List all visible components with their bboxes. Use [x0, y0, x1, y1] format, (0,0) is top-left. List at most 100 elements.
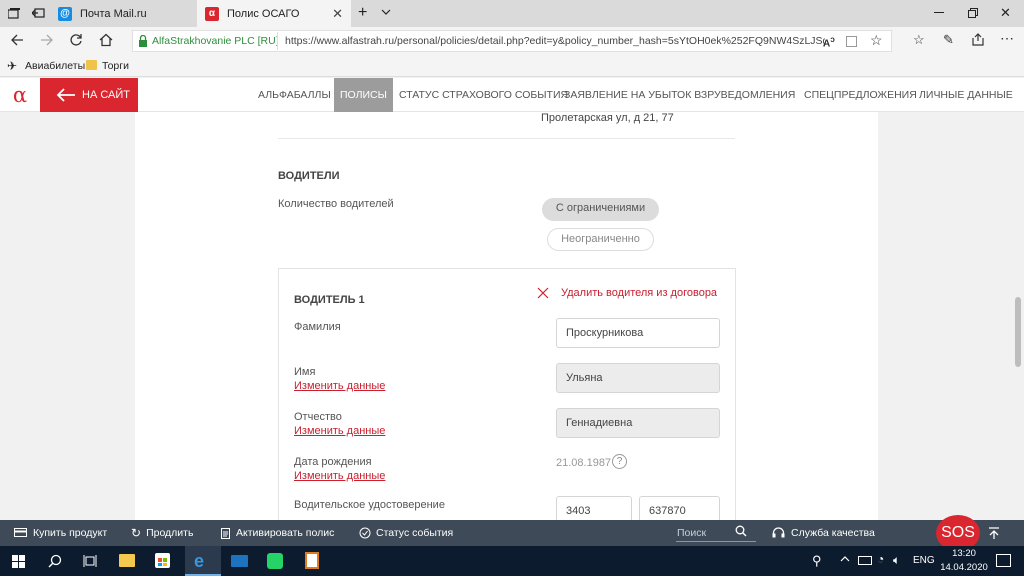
driver-card: ВОДИТЕЛЬ 1 Удалить водителя из договора … — [278, 268, 736, 520]
file-explorer-icon[interactable] — [119, 554, 135, 567]
license-label: Водительское удостоверение — [294, 499, 445, 511]
tab-label: Почта Mail.ru — [80, 7, 147, 20]
edit-birthdate-link[interactable]: Изменить данные — [294, 470, 385, 482]
document-icon — [221, 527, 230, 539]
name-input[interactable]: Ульяна — [556, 363, 720, 393]
nav-alfabally[interactable]: АЛЬФАБАЛЛЫ — [252, 78, 337, 112]
favorite-star-icon[interactable]: ☆ — [870, 32, 883, 49]
folder-icon — [86, 60, 97, 70]
refresh-icon[interactable] — [69, 33, 83, 47]
close-icon — [537, 287, 549, 299]
address-value: Пролетарская ул, д 21, 77 — [541, 112, 674, 124]
back-label: НА САЙТ — [82, 89, 131, 101]
driver-title: ВОДИТЕЛЬ 1 — [294, 294, 365, 306]
search-placeholder: Поиск — [677, 527, 707, 539]
task-view-icon[interactable] — [83, 554, 97, 568]
pen-icon[interactable]: ✎ — [943, 32, 954, 48]
tab-manager-icon[interactable] — [8, 8, 20, 19]
certificate-label: AlfaStrakhovanie PLC [RU] — [152, 35, 279, 47]
nav-policies[interactable]: ПОЛИСЫ — [334, 78, 393, 112]
activate-policy-button[interactable]: Активировать полис — [221, 520, 334, 546]
search-icon[interactable] — [735, 525, 747, 537]
close-tab-icon[interactable]: ✕ — [332, 6, 343, 22]
volume-icon[interactable]: 🔈︎ — [893, 553, 900, 568]
language-indicator[interactable]: ENG — [913, 555, 935, 566]
option-limited[interactable]: С ограничениями — [542, 198, 659, 221]
back-icon[interactable] — [10, 33, 24, 47]
more-icon[interactable]: ⋯ — [1000, 30, 1014, 47]
refresh-icon: ↻ — [131, 526, 142, 540]
license-number-input[interactable]: 637870 — [639, 496, 720, 520]
notifications-icon[interactable] — [996, 554, 1011, 567]
read-aloud-icon[interactable]: Aↄ — [823, 34, 835, 49]
favorite-link-auctions[interactable]: Торги — [102, 60, 129, 72]
people-icon[interactable]: ⚲ — [812, 553, 822, 569]
drivers-count-label: Количество водителей — [278, 198, 394, 210]
edge-icon: e — [194, 551, 205, 571]
edit-name-link[interactable]: Изменить данные — [294, 380, 385, 392]
renew-button[interactable]: ↻ Продлить — [131, 520, 193, 546]
chevron-down-icon[interactable] — [381, 9, 391, 16]
mail-icon[interactable] — [231, 555, 248, 567]
network-icon[interactable]: ◔ — [877, 552, 884, 566]
nav-special-offers[interactable]: СПЕЦПРЕДЛОЖЕНИЯ — [798, 78, 923, 112]
edge-taskbar-button[interactable]: e — [185, 546, 221, 576]
tab-mail[interactable]: @ Почта Mail.ru — [50, 0, 196, 27]
surname-label: Фамилия — [294, 321, 341, 333]
home-icon[interactable] — [99, 33, 113, 47]
forward-icon[interactable] — [40, 33, 54, 47]
surname-input[interactable]: Проскурникова — [556, 318, 720, 348]
nav-notifications[interactable]: УВЕДОМЛЕНИЯ — [708, 78, 801, 112]
renew-label: Продлить — [146, 527, 194, 539]
event-status-label: Статус события — [376, 527, 454, 539]
browser-tab-bar: @ Почта Mail.ru α Полис ОСАГО ✕ + ✕ — [0, 0, 1024, 27]
event-status-button[interactable]: Статус события — [359, 520, 453, 546]
new-tab-icon[interactable]: + — [358, 4, 367, 22]
tab-osago[interactable]: α Полис ОСАГО ✕ — [197, 0, 351, 27]
back-to-site-button[interactable]: НА САЙТ — [40, 78, 138, 112]
search-field[interactable]: Поиск — [676, 524, 756, 542]
check-circle-icon — [359, 527, 371, 539]
battery-icon[interactable] — [858, 556, 872, 565]
search-icon[interactable] — [48, 554, 62, 568]
minimize-icon[interactable] — [934, 12, 944, 13]
cart-icon — [14, 527, 27, 539]
birthdate-label: Дата рождения — [294, 456, 372, 468]
nav-travel-claim[interactable]: ЗАЯВЛЕНИЕ НА УБЫТОК ВЗР — [558, 78, 720, 112]
policy-form: Пролетарская ул, д 21, 77 ВОДИТЕЛИ Колич… — [135, 112, 878, 520]
nav-personal-data[interactable]: ЛИЧНЫЕ ДАННЫЕ — [913, 78, 1019, 112]
buy-product-button[interactable]: Купить продукт — [14, 520, 107, 546]
clock-time[interactable]: 13:20 — [947, 548, 981, 559]
nav-claim-status[interactable]: СТАТУС СТРАХОВОГО СОБЫТИЯ — [393, 78, 574, 112]
favorites-bar: ✈ Авиабилеты Торги — [0, 55, 1024, 77]
quality-service-button[interactable]: Служба качества — [772, 520, 875, 546]
reading-view-icon[interactable] — [846, 36, 857, 47]
alfa-logo[interactable]: α — [0, 78, 40, 112]
edit-patronymic-link[interactable]: Изменить данные — [294, 425, 385, 437]
divider — [277, 32, 278, 50]
whatsapp-icon[interactable] — [267, 553, 283, 569]
mail-favicon: @ — [58, 6, 72, 21]
patronymic-input[interactable]: Геннадиевна — [556, 408, 720, 438]
url-field[interactable]: AlfaStrakhovanie PLC [RU] https://www.al… — [132, 30, 892, 52]
site-header: α НА САЙТ АЛЬФАБАЛЛЫ ПОЛИСЫ СТАТУС СТРАХ… — [0, 78, 1024, 112]
store-icon[interactable] — [155, 553, 170, 568]
favorite-link-flights[interactable]: Авиабилеты — [25, 60, 85, 72]
document-icon[interactable] — [305, 552, 319, 569]
scroll-top-icon[interactable] — [988, 527, 1000, 540]
scrollbar-thumb[interactable] — [1015, 297, 1021, 367]
clock-date[interactable]: 14.04.2020 — [938, 562, 990, 573]
restore-icon[interactable] — [968, 8, 978, 18]
page-scrollbar[interactable] — [1012, 112, 1024, 520]
delete-driver-button[interactable]: Удалить водителя из договора — [537, 287, 717, 299]
help-icon[interactable]: ? — [612, 454, 627, 469]
set-aside-tabs-icon[interactable] — [32, 8, 45, 19]
favorites-icon[interactable]: ☆ — [913, 32, 925, 48]
windows-start-icon[interactable] — [12, 555, 25, 568]
share-icon[interactable] — [972, 33, 985, 46]
option-unlimited[interactable]: Неограниченно — [547, 228, 654, 251]
license-series-input[interactable]: 3403 — [556, 496, 632, 520]
close-window-icon[interactable]: ✕ — [1000, 5, 1011, 21]
chevron-up-icon[interactable] — [840, 555, 850, 562]
url-text[interactable]: https://www.alfastrah.ru/personal/polici… — [285, 35, 825, 47]
